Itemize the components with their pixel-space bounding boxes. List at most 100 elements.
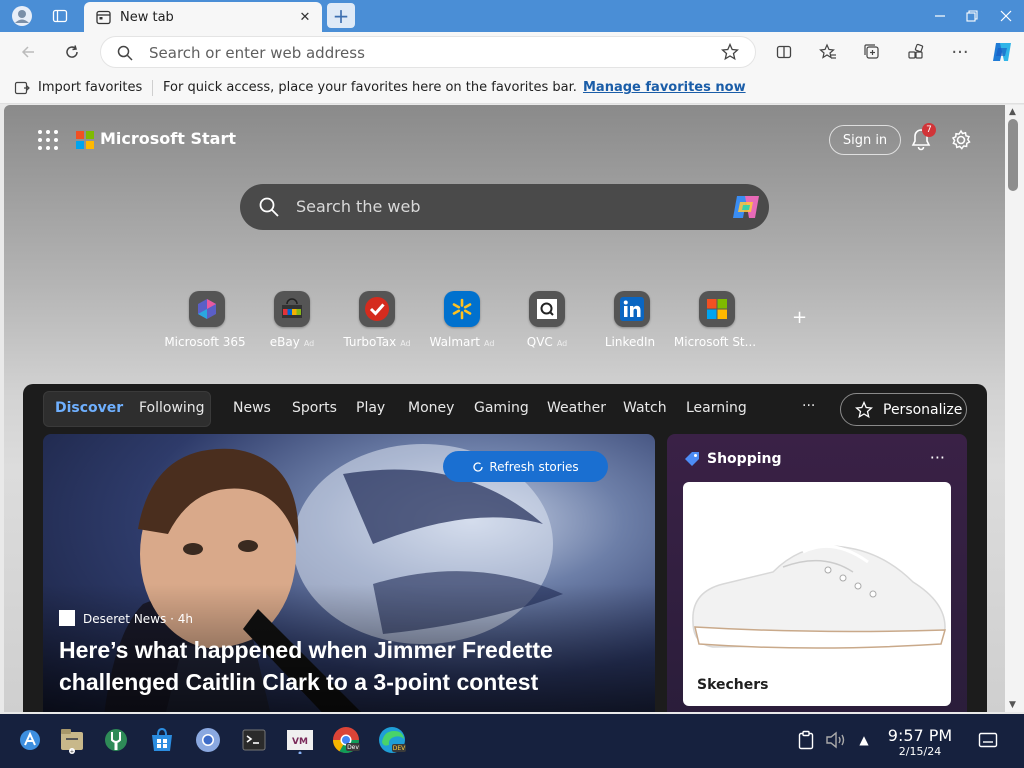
product-card[interactable]: Skechers xyxy=(683,482,951,706)
refresh-stories-icon xyxy=(473,461,483,472)
brand-name[interactable]: Microsoft Start xyxy=(100,129,236,148)
collections-icon[interactable] xyxy=(858,38,886,66)
profile-avatar[interactable] xyxy=(6,0,38,32)
restore-button[interactable] xyxy=(956,0,988,32)
tab-weather[interactable]: Weather xyxy=(547,400,606,416)
favorites-icon[interactable] xyxy=(814,38,842,66)
product-image xyxy=(692,544,947,649)
quick-link-microsoft-365[interactable]: Microsoft 365 xyxy=(162,291,252,353)
settings-gear-icon[interactable] xyxy=(948,127,974,153)
store-app-icon[interactable] xyxy=(146,724,178,756)
shopping-card: Shopping ··· Skechers xyxy=(667,434,967,712)
quick-link-qvc[interactable]: QVC Ad xyxy=(502,291,592,353)
personalize-button[interactable]: Personalize xyxy=(840,393,967,426)
address-placeholder: Search or enter web address xyxy=(149,44,365,62)
add-quick-link-icon[interactable]: + xyxy=(792,307,807,328)
quick-link-label: Microsoft 365 xyxy=(164,335,246,349)
tab-strip: New tab ✕ + xyxy=(0,0,1024,32)
ad-badge: Ad xyxy=(303,339,315,348)
quick-link-walmart[interactable]: Walmart Ad xyxy=(417,291,507,353)
split-screen-icon[interactable] xyxy=(770,38,798,66)
close-tab-icon[interactable]: ✕ xyxy=(296,8,314,26)
quick-link-label: TurboTax xyxy=(343,335,397,349)
scroll-down-icon[interactable]: ▼ xyxy=(1009,700,1016,710)
chromium-app-icon[interactable] xyxy=(192,724,224,756)
files-app-icon[interactable]: + xyxy=(56,724,88,756)
launcher-icon[interactable] xyxy=(14,724,46,756)
quick-link-linkedin[interactable]: LinkedIn xyxy=(587,291,677,353)
more-tabs-icon[interactable]: ··· xyxy=(802,398,815,414)
refresh-icon[interactable] xyxy=(58,38,86,66)
page-scrollbar[interactable]: ▲ ▼ xyxy=(1005,105,1024,712)
refresh-stories-label: Refresh stories xyxy=(489,459,579,474)
personalize-label: Personalize xyxy=(883,402,963,418)
turbotax-icon xyxy=(359,291,395,327)
web-search-box[interactable]: Search the web xyxy=(240,184,769,230)
favorite-star-icon[interactable] xyxy=(720,42,740,65)
tab-discover[interactable]: Discover xyxy=(55,400,123,416)
scrollbar-thumb[interactable] xyxy=(1008,119,1018,191)
app-launcher-icon[interactable] xyxy=(38,130,58,150)
news-feed: Discover Following News Sports Play Mone… xyxy=(23,384,987,712)
tab-new-tab[interactable]: New tab ✕ xyxy=(84,2,322,32)
hero-story-card[interactable]: Refresh stories Deseret News · 4h Here’s… xyxy=(43,434,655,712)
ebay-icon xyxy=(274,291,310,327)
shopping-more-icon[interactable]: ··· xyxy=(930,448,945,467)
quick-link-microsoft-store[interactable]: Microsoft St... xyxy=(672,291,762,353)
back-icon[interactable] xyxy=(14,38,42,66)
quick-link-label: Walmart xyxy=(429,335,481,349)
shopping-tag-icon xyxy=(685,452,699,466)
system-clock[interactable]: 9:57 PM 2/15/24 xyxy=(880,726,960,758)
ad-badge: Ad xyxy=(556,339,568,348)
favorites-bar: Import favorites For quick access, place… xyxy=(0,72,1024,104)
taskbar: + VM Dev DEV ▲ 9:57 PM 2/15/24 xyxy=(0,714,1024,768)
walmart-icon xyxy=(444,291,480,327)
vm-app-icon[interactable]: VM xyxy=(284,724,316,756)
tab-learning[interactable]: Learning xyxy=(686,400,747,416)
quick-link-ebay[interactable]: eBay Ad xyxy=(247,291,337,353)
scroll-up-icon[interactable]: ▲ xyxy=(1009,107,1016,117)
ad-badge: Ad xyxy=(400,339,411,348)
minimize-button[interactable] xyxy=(924,0,956,32)
extensions-icon[interactable] xyxy=(902,38,930,66)
manage-favorites-link[interactable]: Manage favorites now xyxy=(583,80,746,95)
sign-in-button[interactable]: Sign in xyxy=(829,125,901,155)
clipboard-icon[interactable] xyxy=(790,724,822,756)
shopping-header: Shopping xyxy=(707,451,782,467)
show-hidden-icons-icon[interactable]: ▲ xyxy=(848,724,880,756)
chrome-dev-app-icon[interactable]: Dev xyxy=(330,724,362,756)
settings-app-icon[interactable] xyxy=(100,724,132,756)
terminal-app-icon[interactable] xyxy=(238,724,270,756)
hero-source: Deseret News · 4h xyxy=(83,612,193,626)
tab-watch[interactable]: Watch xyxy=(623,400,667,416)
quick-link-turbotax[interactable]: TurboTax Ad xyxy=(332,291,422,353)
address-bar[interactable]: Search or enter web address xyxy=(100,36,756,68)
tab-actions-icon[interactable] xyxy=(44,0,76,32)
tab-following[interactable]: Following xyxy=(139,400,205,416)
web-search-placeholder: Search the web xyxy=(296,197,421,216)
quick-link-label: LinkedIn xyxy=(604,335,656,349)
hero-headline[interactable]: Here’s what happened when Jimmer Fredett… xyxy=(59,634,619,698)
tab-money[interactable]: Money xyxy=(408,400,454,416)
tab-gaming[interactable]: Gaming xyxy=(474,400,529,416)
refresh-stories-button[interactable]: Refresh stories xyxy=(443,451,608,482)
close-window-button[interactable] xyxy=(990,0,1022,32)
more-menu-icon[interactable]: ··· xyxy=(946,38,974,66)
quick-link-label: Microsoft St... xyxy=(673,335,757,349)
publisher-logo-icon xyxy=(59,610,75,626)
notification-center-icon[interactable] xyxy=(972,724,1004,756)
copilot-search-icon[interactable] xyxy=(731,193,761,221)
import-favorites-button[interactable]: Import favorites xyxy=(38,80,142,95)
new-tab-button[interactable]: + xyxy=(327,3,355,28)
search-icon xyxy=(117,45,133,65)
svg-text:VM: VM xyxy=(292,737,308,747)
microsoft-365-icon xyxy=(189,291,225,327)
copilot-icon[interactable] xyxy=(988,38,1016,66)
import-favorites-icon xyxy=(14,80,30,100)
tab-news[interactable]: News xyxy=(233,400,271,416)
tab-play[interactable]: Play xyxy=(356,400,385,416)
edge-dev-app-icon[interactable]: DEV xyxy=(376,724,408,756)
tab-sports[interactable]: Sports xyxy=(292,400,337,416)
feed-nav: Discover Following News Sports Play Mone… xyxy=(43,391,967,427)
microsoft-store-icon xyxy=(699,291,735,327)
